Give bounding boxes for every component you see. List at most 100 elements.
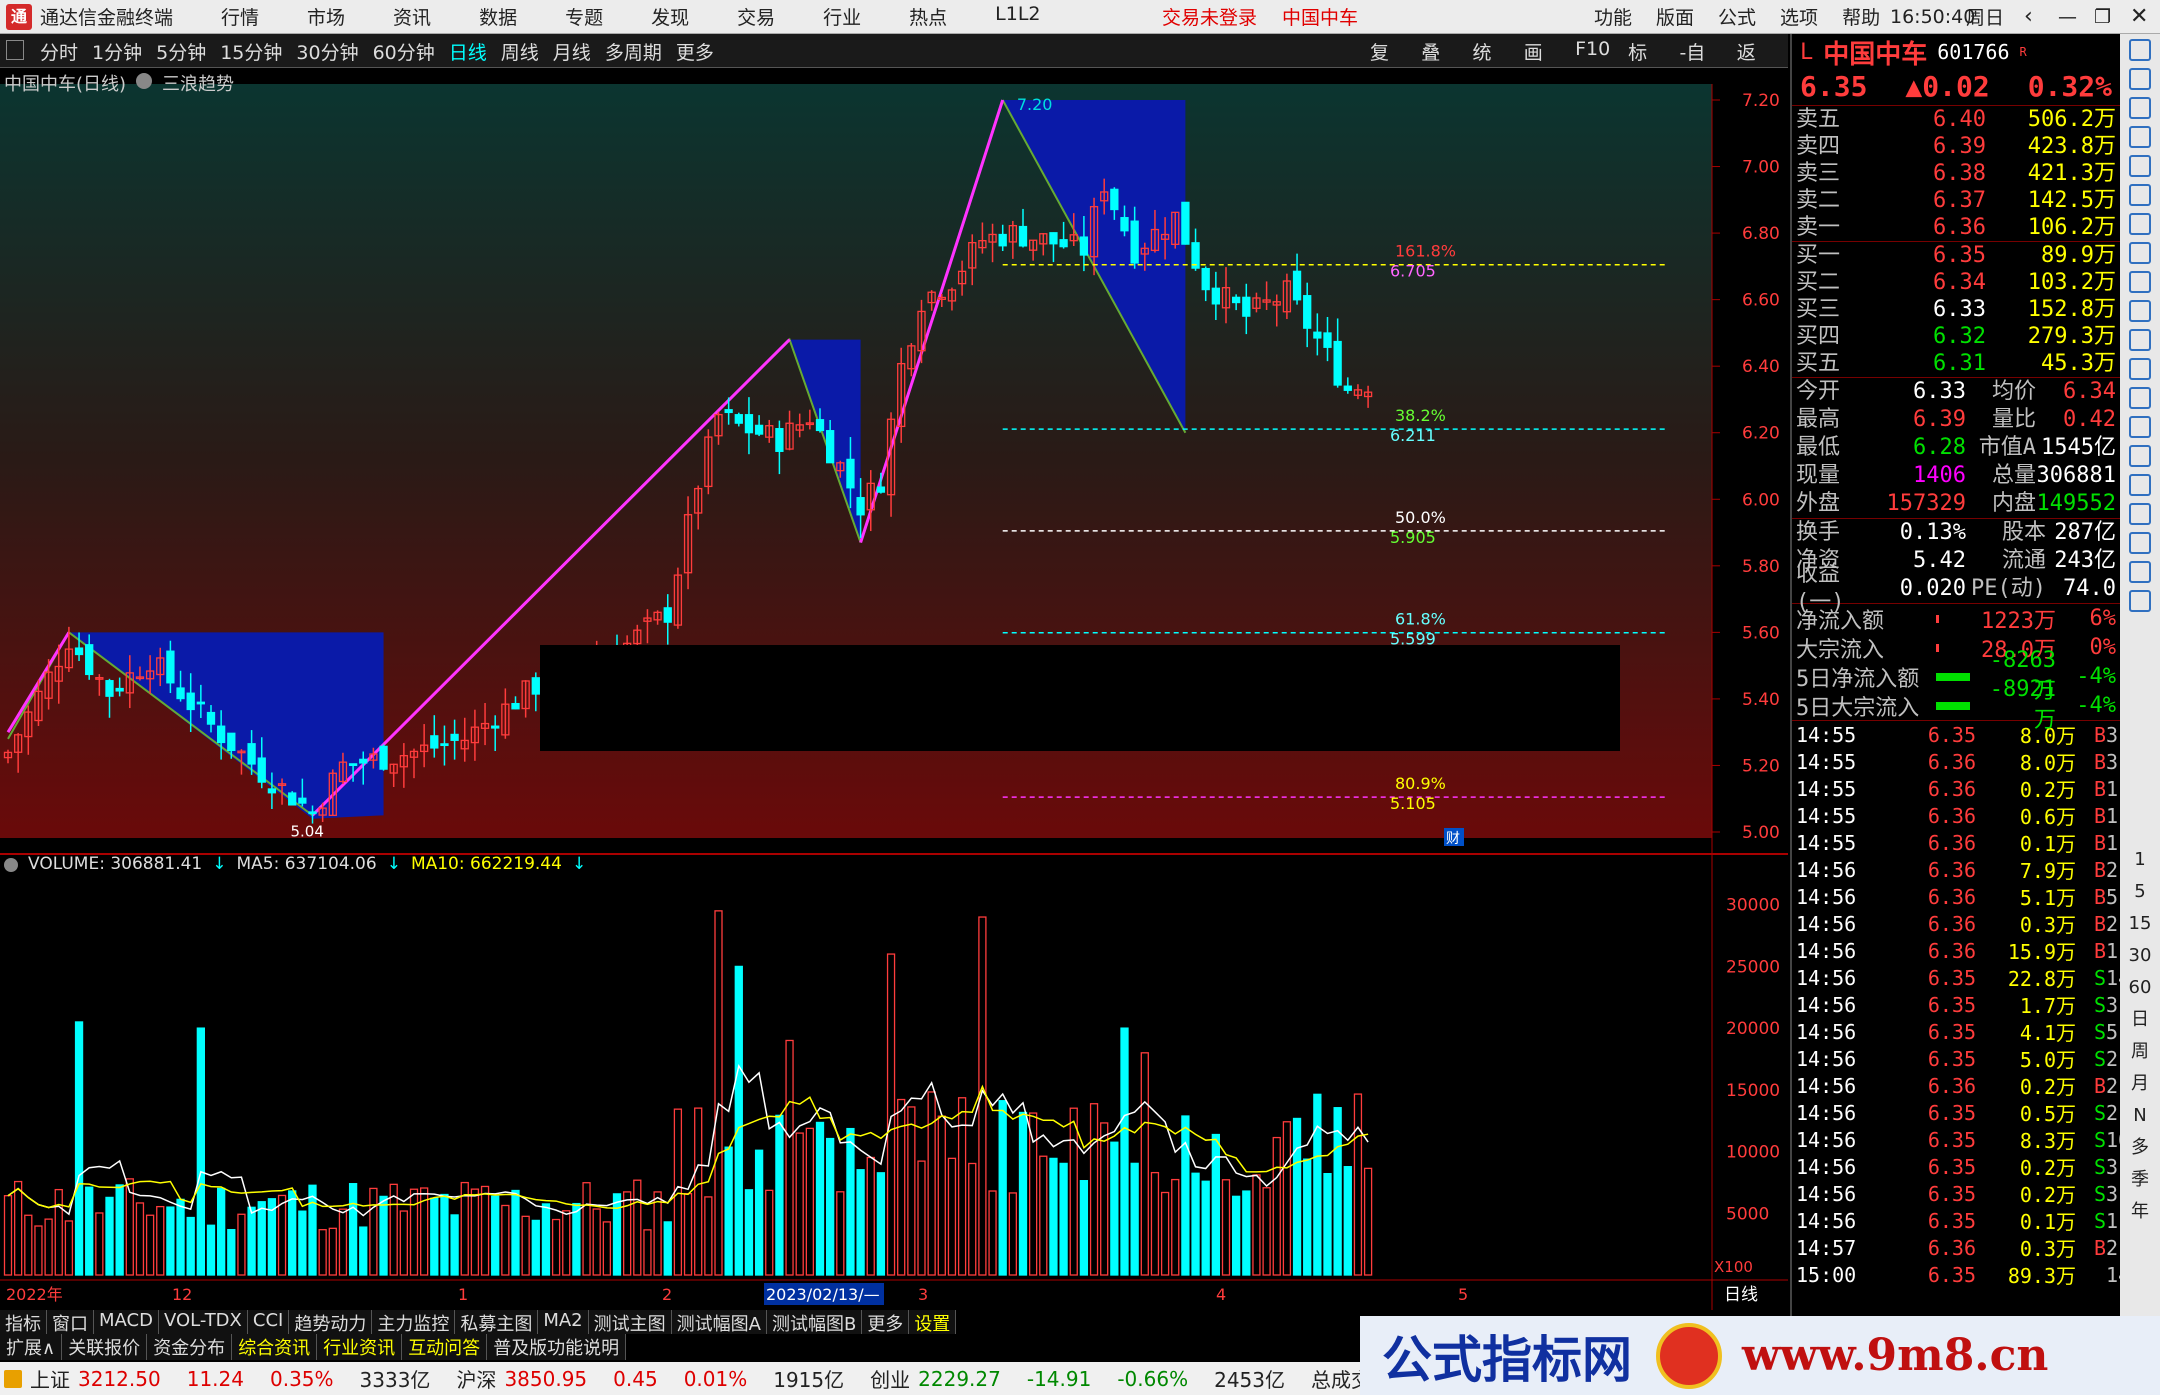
tool-icon-0[interactable] xyxy=(2129,39,2151,61)
volume-dot-icon[interactable] xyxy=(4,858,18,872)
indicator-tab-10[interactable]: 测试幅图A xyxy=(672,1310,767,1335)
indicator-tab-9[interactable]: 测试主图 xyxy=(589,1310,672,1335)
menu-item-6[interactable]: 交易 xyxy=(737,3,775,30)
tool-icon-10[interactable] xyxy=(2129,329,2151,351)
menu-item-9[interactable]: L1L2 xyxy=(995,3,1040,30)
tool-icon-2[interactable] xyxy=(2129,97,2151,119)
tool-icon-8[interactable] xyxy=(2129,271,2151,293)
indicator-tab-7[interactable]: 私募主图 xyxy=(455,1310,539,1335)
tool-icon-7[interactable] xyxy=(2129,242,2151,264)
tool-icon-19[interactable] xyxy=(2129,590,2151,612)
kline-chart[interactable]: 161.8%6.70538.2%6.21150.0%5.90561.8%5.59… xyxy=(0,70,1788,1315)
tool-icon-13[interactable] xyxy=(2129,416,2151,438)
indicator-tab-11[interactable]: 测试幅图B xyxy=(767,1310,863,1335)
indicator-tab-13[interactable]: 设置 xyxy=(909,1310,957,1335)
restore-icon[interactable]: ❐ xyxy=(2094,6,2111,28)
tool-icon-14[interactable] xyxy=(2129,445,2151,467)
period-shortcut-3[interactable]: 30 xyxy=(2120,940,2160,972)
info-tab-6[interactable]: 普及版功能说明 xyxy=(487,1334,627,1360)
tool-icon-4[interactable] xyxy=(2129,155,2151,177)
period-tab-5[interactable]: 60分钟 xyxy=(373,38,435,65)
indicator-tab-5[interactable]: 趋势动力 xyxy=(289,1310,373,1335)
sz-label[interactable]: 沪深 xyxy=(456,1364,496,1393)
period-shortcut-11[interactable]: 年 xyxy=(2120,1196,2160,1228)
right-menu-item-4[interactable]: 帮助 xyxy=(1842,3,1880,30)
tick-row-1: 14:55 6.36 8.0万 B 3 xyxy=(1792,748,2120,776)
period-shortcut-6[interactable]: 周 xyxy=(2120,1036,2160,1068)
back-icon[interactable]: ‹ xyxy=(2024,4,2033,29)
info-tab-2[interactable]: 资金分布 xyxy=(147,1334,233,1360)
info-tab-0[interactable]: 扩展∧ xyxy=(0,1334,63,1360)
period-tab-6[interactable]: 日线 xyxy=(449,38,487,65)
menu-item-7[interactable]: 行业 xyxy=(823,3,861,30)
period-shortcut-9[interactable]: 多 xyxy=(2120,1132,2160,1164)
period-tab-4[interactable]: 30分钟 xyxy=(296,38,358,65)
period-shortcut-0[interactable]: 1 xyxy=(2120,844,2160,876)
right-menu-item-0[interactable]: 功能 xyxy=(1594,3,1632,30)
period-shortcut-4[interactable]: 60 xyxy=(2120,972,2160,1004)
period-tab-2[interactable]: 5分钟 xyxy=(156,38,206,65)
tool-icon-11[interactable] xyxy=(2129,358,2151,380)
indicator-tab-12[interactable]: 更多 xyxy=(862,1310,910,1335)
tool-icon-17[interactable] xyxy=(2129,532,2151,554)
sh-label[interactable]: 上证 xyxy=(30,1364,70,1393)
menu-item-2[interactable]: 资讯 xyxy=(393,3,431,30)
period-shortcut-1[interactable]: 5 xyxy=(2120,876,2160,908)
period-shortcut-5[interactable]: 日 xyxy=(2120,1004,2160,1036)
tool-icon-15[interactable] xyxy=(2129,474,2151,496)
indicator-tab-4[interactable]: CCI xyxy=(248,1310,290,1334)
menu-item-4[interactable]: 专题 xyxy=(565,3,603,30)
tool-icon-12[interactable] xyxy=(2129,387,2151,409)
indicator-tab-8[interactable]: MA2 xyxy=(538,1310,589,1334)
cy-label[interactable]: 创业 xyxy=(870,1364,910,1393)
tool-icon-5[interactable] xyxy=(2129,184,2151,206)
minimize-icon[interactable]: — xyxy=(2058,6,2077,28)
menu-item-0[interactable]: 行情 xyxy=(221,3,259,30)
tool-icon-9[interactable] xyxy=(2129,300,2151,322)
info-tab-4[interactable]: 行业资讯 xyxy=(317,1334,403,1360)
panel-toggle-icon[interactable] xyxy=(6,40,24,60)
menu-item-1[interactable]: 市场 xyxy=(307,3,345,30)
indicator-tab-3[interactable]: VOL-TDX xyxy=(159,1310,248,1334)
period-shortcut-2[interactable]: 15 xyxy=(2120,908,2160,940)
info-tab-5[interactable]: 互动问答 xyxy=(402,1334,488,1360)
indicator-label[interactable]: 三浪趋势 xyxy=(162,70,234,96)
right-menu-item-3[interactable]: 选项 xyxy=(1780,3,1818,30)
period-tab-3[interactable]: 15分钟 xyxy=(220,38,282,65)
period-tab-8[interactable]: 月线 xyxy=(553,38,591,65)
indicator-tab-6[interactable]: 主力监控 xyxy=(372,1310,456,1335)
tool-icon-3[interactable] xyxy=(2129,126,2151,148)
tool-icon-6[interactable] xyxy=(2129,213,2151,235)
period-tab-10[interactable]: 更多 xyxy=(676,38,714,65)
sell-row-2: 卖三 6.38 421.3万 xyxy=(1792,160,2120,187)
indicator-dot-icon[interactable] xyxy=(136,73,153,89)
tick-list[interactable]: 14:55 6.35 8.0万 B 3 14:55 6.36 8.0万 B 3 14:55 6.36 0… xyxy=(1792,721,2142,1289)
tool-icon-16[interactable] xyxy=(2129,503,2151,525)
indicator-tab-2[interactable]: MACD xyxy=(94,1310,159,1334)
indicator-tab-1[interactable]: 窗口 xyxy=(47,1310,94,1335)
tool-icon-18[interactable] xyxy=(2129,561,2151,583)
login-status[interactable]: 交易未登录 xyxy=(1162,3,1257,30)
right-menu-item-1[interactable]: 版面 xyxy=(1656,3,1694,30)
close-icon[interactable]: ✕ xyxy=(2130,4,2148,29)
info-tab-1[interactable]: 关联报价 xyxy=(62,1334,148,1360)
period-shortcut-8[interactable]: N xyxy=(2120,1100,2160,1132)
period-shortcut-7[interactable]: 月 xyxy=(2120,1068,2160,1100)
menu-item-8[interactable]: 热点 xyxy=(909,3,947,30)
period-tab-0[interactable]: 分时 xyxy=(40,38,78,65)
stat2-row-0: 换手 0.13% 股本 287亿 xyxy=(1792,519,2120,547)
period-tab-7[interactable]: 周线 xyxy=(501,38,539,65)
cy-amount: 2453亿 xyxy=(1214,1368,1286,1392)
right-menu-item-2[interactable]: 公式 xyxy=(1718,3,1756,30)
period-tab-9[interactable]: 多周期 xyxy=(605,38,662,65)
volume-bar xyxy=(328,1227,337,1276)
menu-item-3[interactable]: 数据 xyxy=(479,3,517,30)
period-shortcut-10[interactable]: 季 xyxy=(2120,1164,2160,1196)
menu-item-5[interactable]: 发现 xyxy=(651,3,689,30)
info-tab-3[interactable]: 综合资讯 xyxy=(232,1334,318,1360)
indicator-tab-0[interactable]: 指标 xyxy=(0,1310,47,1335)
tool-icon-1[interactable] xyxy=(2129,68,2151,90)
volume-bar xyxy=(907,1106,916,1276)
candle-body xyxy=(1343,385,1352,391)
period-tab-1[interactable]: 1分钟 xyxy=(92,38,142,65)
